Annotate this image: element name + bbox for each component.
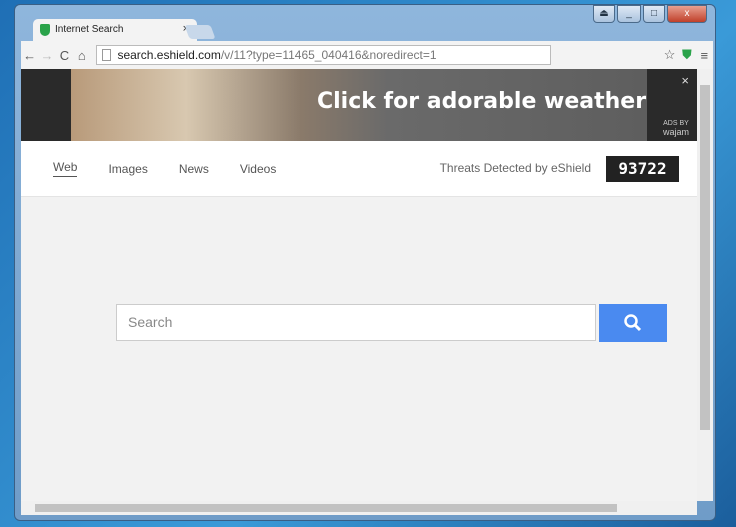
menu-icon[interactable]: ≡: [696, 48, 713, 63]
address-bar[interactable]: search.eshield.com/v/11?type=11465_04041…: [96, 45, 551, 65]
tab-title: Internet Search: [55, 24, 124, 35]
threats-counter: 93722: [606, 156, 679, 182]
ads-by-label: ADS BY: [663, 120, 689, 127]
scroll-thumb[interactable]: [700, 85, 710, 430]
url-path: /v/11?type=11465_040416&noredirect=1: [220, 48, 437, 62]
home-icon[interactable]: ⌂: [73, 48, 90, 63]
ad-close-icon[interactable]: ×: [681, 73, 689, 88]
tab-web[interactable]: Web: [53, 160, 78, 177]
url-host: search.eshield.com: [117, 48, 221, 62]
new-tab-button[interactable]: [184, 25, 216, 39]
close-window-button[interactable]: x: [667, 5, 707, 23]
back-icon[interactable]: ←: [21, 48, 38, 63]
search-input[interactable]: Search: [116, 304, 596, 341]
shield-icon: [40, 24, 50, 36]
browser-toolbar: ← → C ⌂ search.eshield.com/v/11?type=114…: [21, 41, 713, 69]
star-icon[interactable]: ☆: [661, 47, 678, 63]
window-controls: ⏏ _ □ x: [593, 5, 707, 23]
minimize-button[interactable]: _: [617, 5, 641, 23]
tab-videos[interactable]: Videos: [240, 162, 276, 176]
scroll-thumb[interactable]: [35, 504, 617, 512]
search-nav: Web Images News Videos Threats Detected …: [21, 141, 697, 197]
ad-brand: wajam: [662, 127, 689, 137]
horizontal-scrollbar[interactable]: [21, 501, 697, 515]
threats-label: Threats Detected by eShield: [439, 161, 591, 175]
tab-images[interactable]: Images: [108, 162, 147, 176]
search-button[interactable]: [599, 304, 667, 342]
maximize-button[interactable]: □: [643, 5, 665, 23]
search-icon: [624, 314, 642, 332]
reload-icon[interactable]: C: [56, 48, 73, 63]
eshield-extension-icon[interactable]: ⛊: [678, 47, 695, 63]
vertical-scrollbar[interactable]: [697, 69, 713, 501]
ads-by: ADS BY wajam: [663, 120, 689, 137]
ad-text[interactable]: Click for adorable weather: [317, 89, 646, 114]
search-placeholder: Search: [128, 314, 173, 330]
forward-icon[interactable]: →: [38, 48, 55, 63]
tab-internet-search[interactable]: Internet Search ×: [33, 19, 197, 41]
user-icon[interactable]: ⏏: [593, 5, 615, 23]
page-icon: [102, 49, 112, 61]
ad-banner[interactable]: Click for adorable weather × ADS BY wajam: [21, 69, 697, 141]
page-content: Click for adorable weather × ADS BY wajam…: [21, 69, 697, 510]
browser-window: ⏏ _ □ x Internet Search × ← → C ⌂ search…: [14, 4, 716, 521]
tab-news[interactable]: News: [179, 162, 209, 176]
